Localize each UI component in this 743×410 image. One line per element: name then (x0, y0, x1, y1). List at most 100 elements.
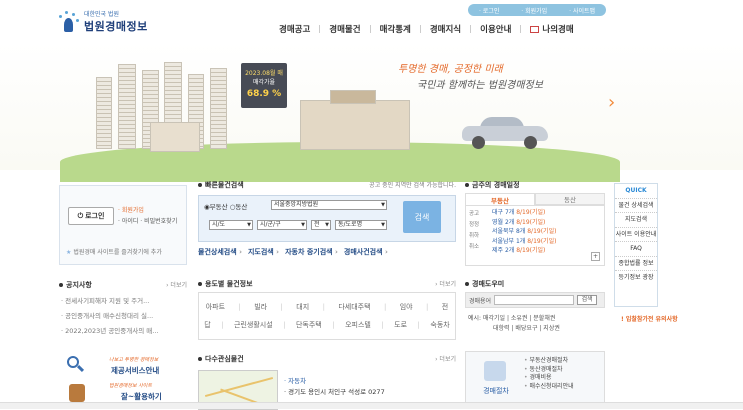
helper-title: 경매도우미 (472, 280, 505, 288)
horizontal-scrollbar[interactable] (0, 402, 743, 409)
join-link[interactable]: · 회원가입 (118, 205, 177, 216)
usage-more-link[interactable]: › 더보기 (435, 279, 456, 288)
quick-search-note: 공고 중인 지역만 검색 가능합니다. (369, 182, 456, 189)
use-multi-house[interactable]: 다세대주택 (338, 302, 370, 312)
nav-auction-knowledge[interactable]: 경매지식 (421, 23, 470, 35)
list-item[interactable]: · 2022,2023년 공인중개사의 매... (59, 324, 187, 339)
list-item[interactable]: 매수신청대리안내 (524, 383, 573, 392)
car-illustration (462, 117, 548, 149)
example-terms-2[interactable]: 대항력 | 배당요구 | 지상권 (468, 324, 560, 334)
quick-registry-info[interactable]: 등기정보 광장 (615, 270, 657, 285)
power-icon: ⏻ (77, 211, 84, 220)
use-house[interactable]: 단독주택 (296, 320, 322, 330)
login-button[interactable]: ⏻ 로그인 (68, 207, 114, 225)
use-forest[interactable]: 임야 (400, 302, 413, 312)
type-withdraw[interactable]: 취하 (469, 231, 479, 242)
alert-icon: ! (621, 316, 624, 323)
list-item[interactable]: 부동산경매절차 (524, 357, 574, 366)
bid-caution-link[interactable]: ! 입찰참가전 유의사항 (621, 316, 678, 323)
popular-title: 다수관심물건 (205, 355, 244, 363)
popular-items: 다수관심물건 › 더보기 · 자동차 · 경기도 용인시 처인구 석성로 027… (198, 354, 456, 410)
sigungu-select[interactable]: 시/군/구 (257, 220, 307, 230)
find-account-link[interactable]: · 아이디 · 비밀번호찾기 (118, 216, 177, 227)
sido-select[interactable]: 시/도 (209, 220, 253, 230)
use-neighborhood[interactable]: 근린생활시설 (234, 320, 273, 330)
quick-faq[interactable]: FAQ (615, 241, 657, 256)
add-favorite-link[interactable]: ★ 법원경매 사이트를 즐겨찾기에 추가 (66, 247, 162, 256)
next-arrow-icon[interactable]: › (608, 92, 615, 113)
case-search-link[interactable]: 경매사건검색 (344, 247, 388, 257)
use-paddy[interactable]: 답 (204, 320, 210, 330)
nav-sale-statistics[interactable]: 매각통계 (371, 23, 420, 35)
hero-banner (0, 42, 743, 182)
sitemap-link[interactable]: · 사이트맵 (569, 6, 595, 15)
nav-my-auction[interactable]: 나의경매 (521, 23, 582, 35)
sale-rate-value: 68.9 % (246, 89, 282, 99)
court-select[interactable]: 서울중앙지방법원 (271, 200, 387, 210)
term-search-button[interactable]: 검색 (577, 295, 598, 305)
radio-movable[interactable]: ○동산 (230, 203, 248, 211)
hero-slogan-2: 국민과 함께하는 법원경매정보 (417, 80, 543, 91)
popular-more-link[interactable]: › 더보기 (435, 354, 456, 363)
notice-board: 공지사항 › 더보기 · 전세사기피해자 지원 및 주거... · 공인중개사의… (59, 280, 187, 340)
type-cancel[interactable]: 취소 (469, 242, 479, 253)
star-icon: ★ (66, 249, 72, 256)
quick-search-title: 빠른물건검색 (205, 181, 244, 189)
list-item[interactable]: 제주 2개 8/19(기일) (492, 246, 556, 256)
notice-more-link[interactable]: › 더보기 (166, 280, 187, 289)
search-button[interactable]: 검색 (403, 201, 441, 233)
nav-auction-items[interactable]: 경매물건 (320, 23, 369, 35)
use-officetel[interactable]: 오피스텔 (345, 320, 371, 330)
service-guide-banner[interactable]: 나보고 투명한 경매정보 제공서비스안내 (63, 354, 187, 378)
list-item[interactable]: 서울남부 1개 8/19(기일) (492, 237, 556, 247)
dong-select[interactable]: 동/도로명 (335, 220, 387, 230)
list-item[interactable]: 영월 2개 8/19(기일) (492, 218, 556, 228)
list-item[interactable]: · 공인중개사의 매수신청대리 실... (59, 309, 187, 324)
list-item[interactable]: 대구 7개 8/19(기일) (492, 208, 556, 218)
quick-detail-search[interactable]: 물건 상세검색 (615, 197, 657, 213)
join-link[interactable]: · 회원가입 (521, 6, 547, 15)
list-item[interactable]: 서울북부 8개 8/19(기일) (492, 227, 556, 237)
use-villa[interactable]: 빌라 (254, 302, 267, 312)
quick-map-search[interactable]: 지도검색 (615, 212, 657, 227)
nav-user-guide[interactable]: 이용안내 (471, 23, 520, 35)
site-logo[interactable]: 대한민국 법원 법원경매정보 (57, 9, 148, 34)
quick-title: QUICK (625, 187, 647, 194)
quick-search: 빠른물건검색 공고 중인 지역만 검색 가능합니다. ◉부동산 ○동산 서울중앙… (198, 180, 456, 266)
logo-title: 법원경매정보 (84, 20, 148, 33)
procedure-icon[interactable]: 경매절차 (474, 358, 518, 398)
tab-real-estate[interactable]: 부동산 (465, 193, 535, 205)
term-input[interactable] (494, 295, 575, 305)
list-item[interactable]: · 전세사기피해자 지원 및 주거... (59, 294, 187, 309)
item-address[interactable]: · 경기도 용인시 처인구 석성로 0277 (284, 387, 385, 398)
use-land[interactable]: 대지 (296, 302, 309, 312)
schedule-title: 금주의 경매일정 (472, 181, 520, 189)
use-apartment[interactable]: 아파트 (206, 302, 225, 312)
use-field[interactable]: 전 (442, 302, 448, 312)
quick-site-guide[interactable]: 사이트 이용안내 (615, 226, 657, 242)
radio-real-estate[interactable]: ◉부동산 (204, 203, 228, 211)
item-category[interactable]: · 자동차 (284, 376, 385, 387)
login-link[interactable]: · 로그인 (479, 6, 499, 15)
use-vehicle[interactable]: 숙동차 (430, 320, 449, 330)
list-item[interactable]: 동산경매절차 (524, 366, 574, 375)
court-emblem-icon (57, 10, 79, 33)
term-label: 경매용어 (469, 297, 492, 305)
nav-auction-notice[interactable]: 경매공고 (270, 23, 319, 35)
use-road[interactable]: 도로 (394, 320, 407, 330)
map-search-link[interactable]: 지도검색 (248, 247, 279, 257)
plus-icon[interactable]: + (591, 252, 600, 261)
weekly-schedule: 금주의 경매일정 부동산 동산 공고 정정 취하 취소 대구 7개 8/19(기… (465, 180, 605, 266)
list-item[interactable]: 경매비용 (524, 374, 574, 383)
hand-icon (69, 384, 85, 402)
tab-movable[interactable]: 동산 (535, 193, 605, 205)
vehicle-search-link[interactable]: 자동차 중기검색 (285, 247, 338, 257)
quick-menu: QUICK 물건 상세검색 지도검색 사이트 이용안내 FAQ 종합법률 정보 … (614, 183, 658, 307)
type-correction[interactable]: 정정 (469, 220, 479, 231)
type-select[interactable]: 전 (311, 220, 331, 230)
usage-title: 용도별 물건정보 (205, 280, 253, 288)
example-terms-1[interactable]: 예시: 매각기일 | 소유권 | 분할채권 (468, 314, 560, 324)
detail-search-link[interactable]: 물건상세검색 (198, 247, 242, 257)
quick-law-info[interactable]: 종합법률 정보 (615, 255, 657, 271)
type-notice[interactable]: 공고 (469, 209, 479, 220)
